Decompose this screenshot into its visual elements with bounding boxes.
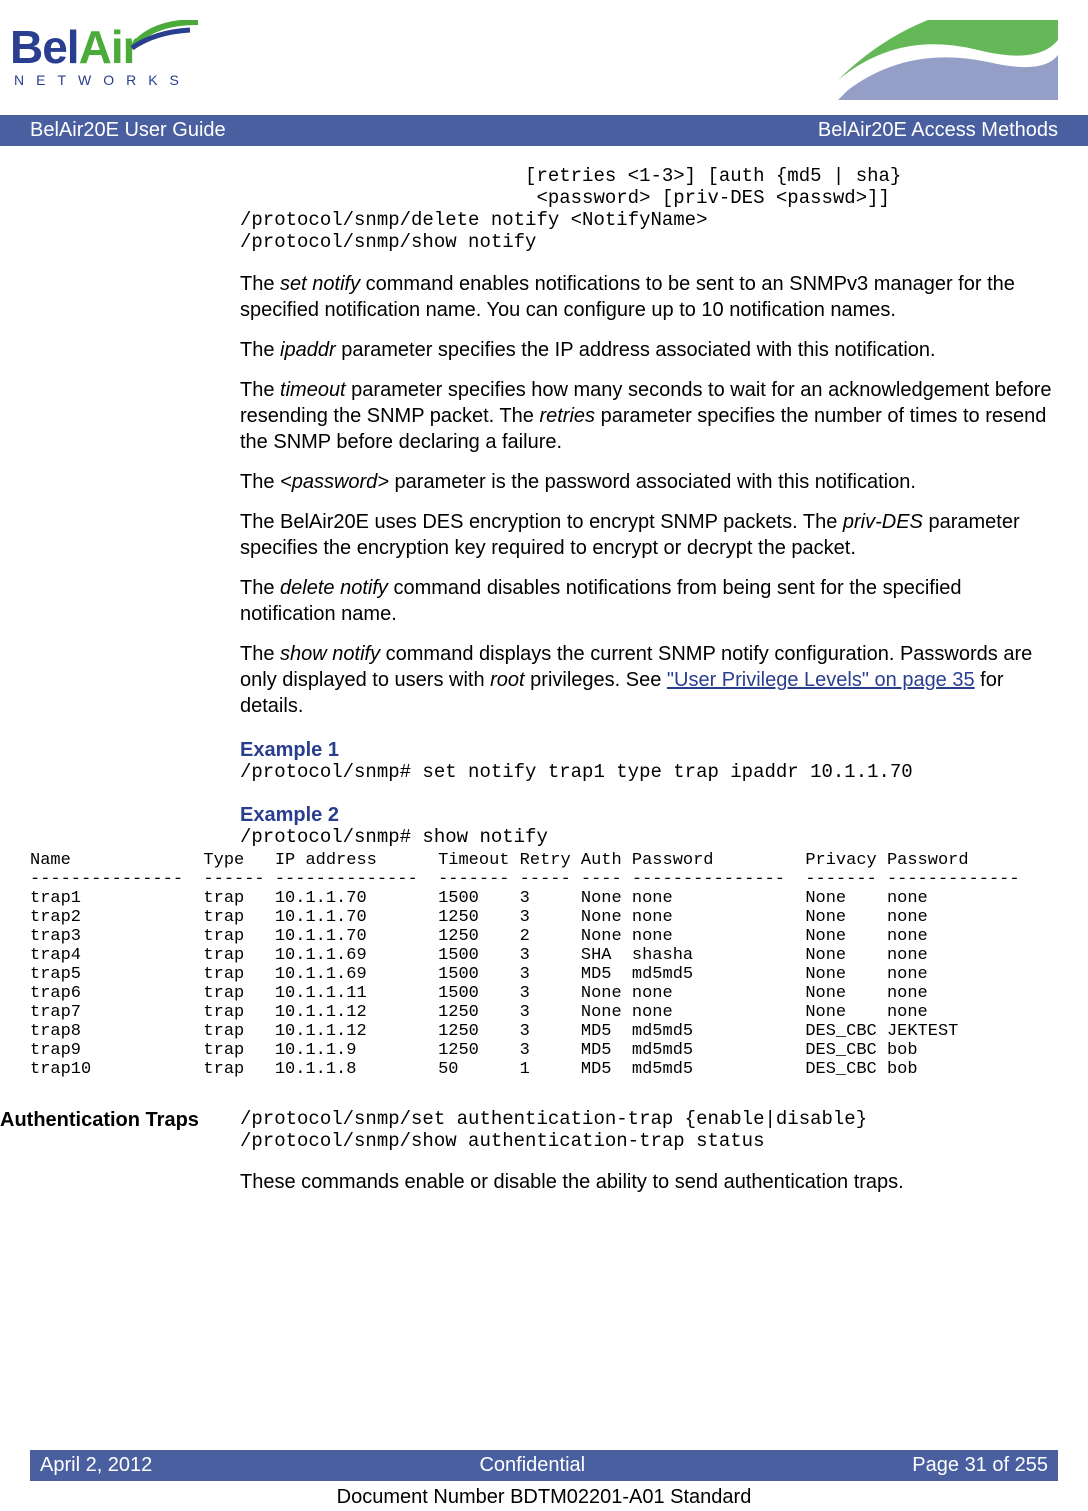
logo: BelAir NETWORKS	[10, 20, 200, 88]
body-text: The set notify command enables notificat…	[240, 271, 1058, 719]
auth-traps-code: /protocol/snmp/set authentication-trap {…	[240, 1109, 1058, 1153]
example2-code: /protocol/snmp# show notify	[240, 827, 1058, 849]
swoosh-icon	[130, 20, 200, 50]
logo-bel: Bel	[10, 20, 79, 74]
footer-date: April 2, 2012	[40, 1454, 152, 1477]
logo-networks: NETWORKS	[14, 72, 200, 88]
auth-traps-desc: These commands enable or disable the abi…	[240, 1171, 1058, 1194]
title-left: BelAir20E User Guide	[30, 119, 226, 142]
wave-icon	[838, 20, 1058, 100]
footer-page: Page 31 of 255	[912, 1454, 1048, 1477]
page-header: BelAir NETWORKS	[0, 0, 1088, 100]
example2-heading: Example 2	[240, 804, 1058, 827]
doc-number: Document Number BDTM02201-A01 Standard	[0, 1486, 1088, 1509]
user-privilege-link[interactable]: "User Privilege Levels" on page 35	[667, 669, 975, 691]
syntax-block: [retries <1-3>] [auth {md5 | sha} <passw…	[240, 166, 1058, 253]
notify-table-output: Name Type IP address Timeout Retry Auth …	[30, 851, 1058, 1079]
auth-traps-heading: Authentication Traps	[0, 1109, 240, 1214]
example1-heading: Example 1	[240, 739, 1058, 762]
example1-code: /protocol/snmp# set notify trap1 type tr…	[240, 762, 1058, 784]
footer-confidential: Confidential	[479, 1454, 585, 1477]
title-right: BelAir20E Access Methods	[818, 119, 1058, 142]
footer-bar: April 2, 2012 Confidential Page 31 of 25…	[30, 1450, 1058, 1481]
title-bar: BelAir20E User Guide BelAir20E Access Me…	[0, 115, 1088, 146]
